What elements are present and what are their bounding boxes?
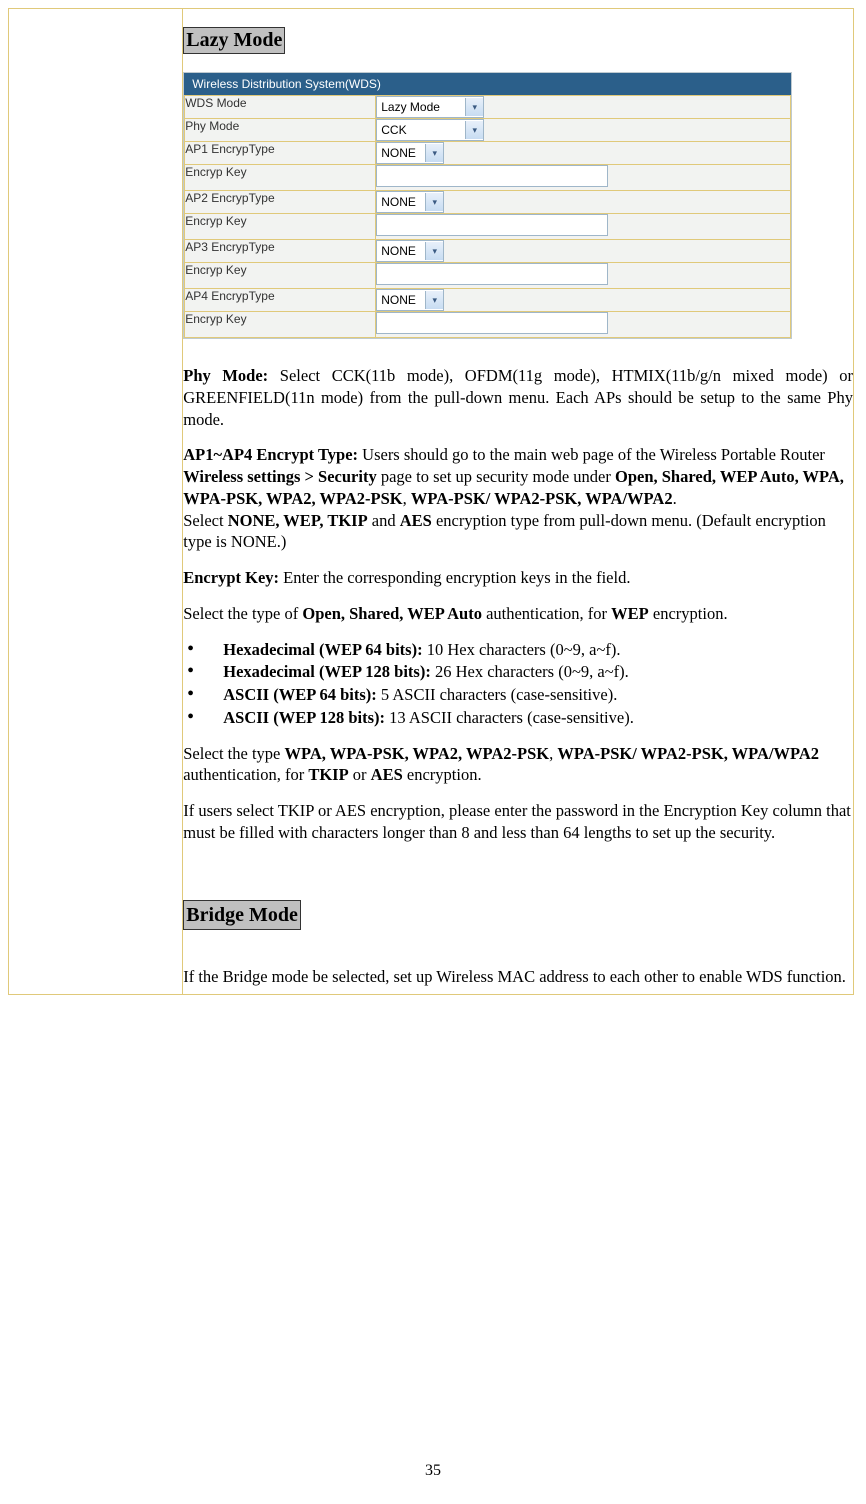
phy-mode-paragraph: Phy Mode: Select CCK(11b mode), OFDM(11g…: [183, 365, 853, 430]
wds-text-input[interactable]: [376, 263, 608, 285]
chevron-down-icon: ▾: [425, 144, 443, 162]
phy-mode-label: Phy Mode:: [183, 366, 268, 385]
wds-row-value: [376, 312, 791, 338]
encrypt-key-label: Encrypt Key:: [183, 568, 279, 587]
left-gutter: [9, 9, 183, 995]
wds-row-label: Encryp Key: [185, 263, 376, 289]
chevron-down-icon: ▾: [425, 193, 443, 211]
list-item: Hexadecimal (WEP 128 bits): 26 Hex chara…: [183, 661, 853, 683]
list-item: ASCII (WEP 128 bits): 13 ASCII character…: [183, 707, 853, 729]
wds-select-value: NONE: [381, 293, 419, 307]
list-item: ASCII (WEP 64 bits): 5 ASCII characters …: [183, 684, 853, 706]
wds-select[interactable]: NONE ▾: [376, 240, 444, 262]
wds-panel: Wireless Distribution System(WDS) WDS Mo…: [183, 72, 792, 339]
main-content: Lazy Mode Wireless Distribution System(W…: [183, 9, 854, 995]
content-table: Lazy Mode Wireless Distribution System(W…: [8, 8, 854, 995]
ap-encrypt-label: AP1~AP4 Encrypt Type:: [183, 445, 358, 464]
wds-row-label: AP2 EncrypType: [185, 191, 376, 214]
wep-options-list: Hexadecimal (WEP 64 bits): 10 Hex charac…: [183, 639, 853, 729]
wds-select-value: Lazy Mode: [381, 100, 459, 114]
wds-row-value: CCK ▾: [376, 119, 791, 142]
wds-row-label: Phy Mode: [185, 119, 376, 142]
wds-select[interactable]: CCK ▾: [376, 119, 484, 141]
wds-row-value: [376, 214, 791, 240]
wds-select[interactable]: NONE ▾: [376, 142, 444, 164]
wds-select-value: CCK: [381, 123, 459, 137]
wds-select[interactable]: Lazy Mode ▾: [376, 96, 484, 118]
chevron-down-icon: ▾: [465, 121, 483, 139]
wds-row-value: [376, 165, 791, 191]
wds-row-label: AP4 EncrypType: [185, 289, 376, 312]
body-text: Phy Mode: Select CCK(11b mode), OFDM(11g…: [183, 365, 853, 988]
list-item: Hexadecimal (WEP 64 bits): 10 Hex charac…: [183, 639, 853, 661]
ap-encrypt-paragraph: AP1~AP4 Encrypt Type: Users should go to…: [183, 444, 853, 553]
encrypt-key-paragraph: Encrypt Key: Enter the corresponding enc…: [183, 567, 853, 589]
wds-text-input[interactable]: [376, 165, 608, 187]
page-number: 35: [0, 1462, 866, 1480]
lazy-mode-heading: Lazy Mode: [183, 27, 285, 54]
wds-row-label: AP1 EncrypType: [185, 142, 376, 165]
wds-select-value: NONE: [381, 146, 419, 160]
wds-row-label: Encryp Key: [185, 214, 376, 240]
wds-row-value: Lazy Mode ▾: [376, 96, 791, 119]
tkip-aes-note: If users select TKIP or AES encryption, …: [183, 800, 853, 844]
wds-select-value: NONE: [381, 195, 419, 209]
wep-select-paragraph: Select the type of Open, Shared, WEP Aut…: [183, 603, 853, 625]
wds-row-value: NONE ▾: [376, 240, 791, 263]
wds-row-label: WDS Mode: [185, 96, 376, 119]
wds-row-value: NONE ▾: [376, 289, 791, 312]
wds-form-table: WDS Mode Lazy Mode ▾ Phy Mode CCK ▾ AP1 Encryp…: [184, 95, 791, 338]
wds-row-label: Encryp Key: [185, 312, 376, 338]
wds-text-input[interactable]: [376, 214, 608, 236]
chevron-down-icon: ▾: [425, 291, 443, 309]
chevron-down-icon: ▾: [425, 242, 443, 260]
wds-row-label: AP3 EncrypType: [185, 240, 376, 263]
wds-row-value: [376, 263, 791, 289]
bridge-mode-heading: Bridge Mode: [183, 900, 301, 930]
wpa-select-paragraph: Select the type WPA, WPA-PSK, WPA2, WPA2…: [183, 743, 853, 787]
wds-select-value: NONE: [381, 244, 419, 258]
bridge-mode-paragraph: If the Bridge mode be selected, set up W…: [183, 966, 853, 988]
wds-row-value: NONE ▾: [376, 191, 791, 214]
wds-row-label: Encryp Key: [185, 165, 376, 191]
chevron-down-icon: ▾: [465, 98, 483, 116]
phy-mode-text: Select CCK(11b mode), OFDM(11g mode), HT…: [183, 366, 853, 429]
wds-row-value: NONE ▾: [376, 142, 791, 165]
wds-select[interactable]: NONE ▾: [376, 289, 444, 311]
wds-text-input[interactable]: [376, 312, 608, 334]
wds-select[interactable]: NONE ▾: [376, 191, 444, 213]
wds-panel-title: Wireless Distribution System(WDS): [184, 73, 791, 95]
